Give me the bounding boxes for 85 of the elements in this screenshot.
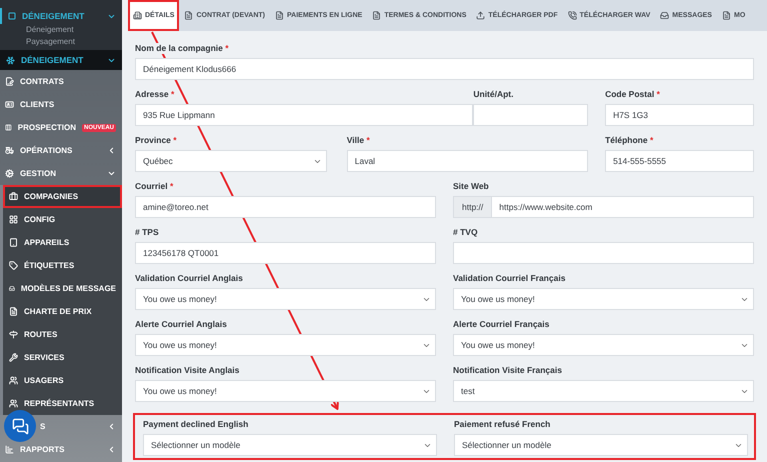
field-label: # TVQ bbox=[453, 227, 478, 238]
tab-icon bbox=[184, 11, 194, 20]
tab-icon bbox=[568, 11, 577, 20]
sidebar-item[interactable]: MODÈLES DE MESSAGE bbox=[3, 277, 122, 300]
sidebar-item[interactable]: CONFIG bbox=[3, 208, 122, 231]
input-field[interactable]: H7S 1G3 bbox=[605, 104, 754, 126]
sidebar-icon bbox=[9, 192, 18, 201]
tab-icon bbox=[372, 11, 382, 20]
input-field[interactable] bbox=[453, 242, 754, 264]
select-field[interactable]: You owe us money! bbox=[135, 334, 436, 356]
select-field[interactable]: Québec bbox=[135, 150, 328, 172]
sidebar-icon bbox=[9, 353, 18, 362]
sidebar-item[interactable]: OPÉRATIONS bbox=[0, 139, 122, 162]
sidebar-item[interactable]: COMPAGNIES bbox=[3, 185, 122, 208]
sidebar-item[interactable]: SERVICES bbox=[3, 346, 122, 369]
field-label: Alerte Courriel Français bbox=[453, 319, 550, 330]
sidebar-icon bbox=[9, 376, 18, 385]
sidebar-item[interactable]: REPRÉSENTANTS bbox=[3, 392, 122, 415]
select-field[interactable]: Sélectionner un modèle bbox=[454, 434, 748, 456]
sidebar-item[interactable]: CHARTE DE PRIX bbox=[3, 300, 122, 323]
field-label: Validation Courriel Anglais bbox=[135, 273, 243, 284]
field-label: Validation Courriel Français bbox=[453, 273, 566, 284]
tab-icon bbox=[476, 11, 486, 20]
field-label: Code Postal * bbox=[605, 89, 660, 100]
select-field[interactable]: test bbox=[453, 380, 754, 402]
select-field[interactable]: Sélectionner un modèle bbox=[143, 434, 437, 456]
sidebar-icon bbox=[5, 77, 14, 86]
tab-icon bbox=[722, 11, 731, 20]
sidebar-icon bbox=[5, 445, 14, 454]
sidebar-icon bbox=[5, 100, 14, 109]
sidebar-item[interactable]: APPAREILS bbox=[3, 231, 122, 254]
field-label: Nom de la compagnie * bbox=[135, 43, 229, 54]
section-header[interactable]: DÉNEIGEMENT bbox=[0, 50, 122, 70]
field-label: Site Web bbox=[453, 181, 489, 192]
select-field[interactable]: You owe us money! bbox=[453, 288, 754, 310]
sidebar-item[interactable]: S bbox=[0, 415, 122, 438]
sidebar-icon bbox=[9, 330, 18, 339]
field-label: Unité/Apt. bbox=[473, 89, 514, 100]
square-icon bbox=[8, 12, 16, 20]
field-label: Province * bbox=[135, 135, 177, 146]
submenu-item[interactable]: Déneigement bbox=[0, 24, 122, 36]
chat-icon bbox=[12, 418, 28, 434]
field-label: Courriel * bbox=[135, 181, 174, 192]
sidebar-item[interactable]: CONTRATS bbox=[0, 70, 122, 93]
sidebar-icon bbox=[9, 284, 15, 293]
select-field[interactable]: You owe us money! bbox=[135, 380, 436, 402]
sidebar-item[interactable]: ROUTES bbox=[3, 323, 122, 346]
sidebar-icon bbox=[5, 169, 14, 178]
sidebar-item[interactable]: ÉTIQUETTES bbox=[3, 254, 122, 277]
sidebar-icon bbox=[9, 307, 18, 316]
sidebar-icon bbox=[5, 146, 14, 155]
snowflake-icon bbox=[6, 56, 15, 64]
input-field[interactable]: 935 Rue Lippmann bbox=[135, 104, 474, 126]
tab-icon bbox=[660, 11, 670, 20]
sidebar-item[interactable]: GESTION bbox=[0, 162, 122, 185]
field-label: # TPS bbox=[135, 227, 159, 238]
sidebar-icon bbox=[9, 261, 18, 270]
field-label: Payment declined English bbox=[143, 419, 248, 430]
sidebar-item[interactable]: CLIENTS bbox=[0, 93, 122, 116]
field-label: Notification Visite Anglais bbox=[135, 365, 240, 376]
tab-icon bbox=[133, 11, 142, 20]
tab-icon bbox=[275, 11, 284, 20]
field-label: Paiement refusé French bbox=[454, 419, 550, 430]
input-field[interactable]: 123456178 QT0001 bbox=[135, 242, 436, 264]
input-addon: http:// bbox=[454, 197, 492, 217]
select-field[interactable]: You owe us money! bbox=[453, 334, 754, 356]
field-label: Adresse * bbox=[135, 89, 174, 100]
submenu-item[interactable]: Paysagement bbox=[0, 36, 122, 48]
input-field[interactable] bbox=[473, 104, 588, 126]
sidebar-item[interactable]: USAGERS bbox=[3, 369, 122, 392]
select-field[interactable]: You owe us money! bbox=[135, 288, 436, 310]
field-label: Ville * bbox=[346, 135, 370, 146]
input-field[interactable]: 514-555-5555 bbox=[605, 150, 754, 172]
sidebar-icon bbox=[9, 399, 18, 408]
input-field[interactable]: http:// https://www.website.com bbox=[453, 196, 754, 218]
sidebar-icon bbox=[5, 123, 12, 132]
field-label: Notification Visite Français bbox=[453, 365, 562, 376]
sidebar-icon bbox=[9, 215, 18, 224]
menu-header[interactable]: DÉNEIGEMENT bbox=[0, 8, 122, 24]
input-field[interactable]: amine@toreo.net bbox=[135, 196, 436, 218]
field-label: Alerte Courriel Anglais bbox=[135, 319, 227, 330]
field-label: Téléphone * bbox=[605, 135, 654, 146]
input-field[interactable]: Laval bbox=[346, 150, 588, 172]
sidebar-icon bbox=[9, 238, 18, 247]
input-field[interactable]: Déneigement Klodus666 bbox=[135, 58, 754, 80]
